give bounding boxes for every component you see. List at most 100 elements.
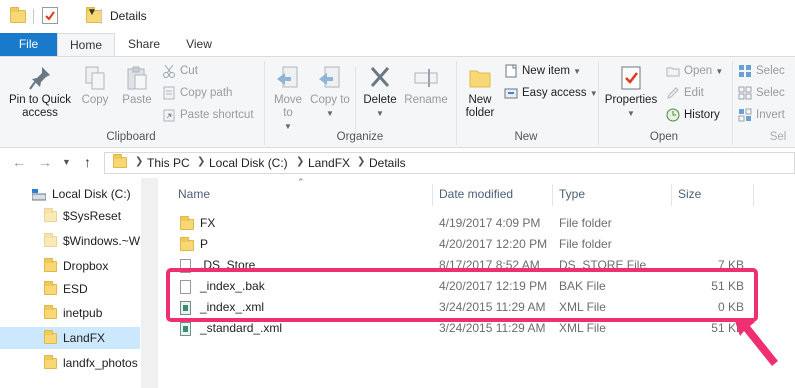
file-type: File folder [559, 237, 612, 251]
new-item-button[interactable]: New item ▼ [504, 61, 581, 81]
chevron-down-icon: ▼ [715, 67, 724, 76]
copy-button[interactable]: Copy [78, 65, 112, 107]
breadcrumb-landfx[interactable]: LandFX [308, 156, 350, 170]
folder-icon [44, 355, 57, 370]
tab-home[interactable]: Home [57, 33, 115, 57]
column-header-type[interactable]: Type [559, 185, 585, 207]
column-divider[interactable] [753, 184, 754, 206]
chevron-right-icon[interactable]: ❯ [296, 156, 304, 167]
nav-item-windows-bt[interactable]: $Windows.~W [0, 230, 140, 252]
move-to-icon [277, 66, 298, 88]
folder-icon [113, 154, 127, 168]
history-label: History [684, 109, 720, 121]
folder-icon [10, 7, 26, 23]
nav-item-label: Dropbox [63, 259, 109, 273]
customize-toolbar-icon[interactable]: ▼ [87, 7, 97, 18]
chevron-down-icon: ▼ [376, 109, 384, 118]
select-none-icon [738, 86, 752, 100]
select-all-label: Selec [756, 65, 785, 77]
divider [355, 67, 356, 137]
properties-label: Properties [604, 94, 658, 106]
divider [101, 9, 102, 24]
recent-locations-chevron-icon[interactable]: ▼ [62, 157, 71, 167]
move-to-button[interactable]: Move to ▼ [268, 65, 308, 133]
chevron-right-icon[interactable]: ❯ [197, 156, 205, 167]
file-row[interactable]: P 4/20/2017 12:20 PM File folder [174, 234, 770, 255]
paste-shortcut-icon [163, 109, 175, 122]
tab-share[interactable]: Share [118, 33, 170, 56]
file-row[interactable]: FX 4/19/2017 4:09 PM File folder [174, 213, 770, 234]
folder-icon [180, 237, 194, 251]
copy-path-button[interactable]: Copy path [162, 83, 232, 103]
move-to-label: Move to [273, 94, 303, 119]
copy-to-label: Copy to [310, 94, 350, 106]
column-divider[interactable] [432, 184, 433, 206]
open-button[interactable]: Open ▼ [666, 61, 723, 81]
paste-label: Paste [122, 94, 152, 106]
address-bar[interactable]: ❯ This PC ❯ Local Disk (C:) ❯ LandFX ❯ D… [104, 152, 795, 174]
new-item-label: New item [522, 65, 570, 77]
cut-button[interactable]: Cut [162, 61, 198, 81]
edit-button[interactable]: Edit [666, 83, 704, 103]
copy-to-button[interactable]: Copy to ▼ [310, 65, 350, 120]
nav-item-esd[interactable]: ESD [0, 278, 140, 300]
delete-button[interactable]: Delete ▼ [360, 65, 400, 120]
tab-file[interactable]: File [0, 33, 57, 56]
properties-quick-icon[interactable] [42, 7, 58, 24]
divider [33, 9, 34, 24]
breadcrumb-local-disk[interactable]: Local Disk (C:) [209, 156, 288, 170]
folder-icon [44, 330, 57, 345]
column-divider[interactable] [552, 184, 553, 206]
nav-item-label: landfx_photos [63, 356, 138, 370]
nav-pane-scrollbar[interactable] [141, 178, 158, 388]
file-date: 4/20/2017 12:20 PM [439, 237, 548, 251]
history-button[interactable]: History [666, 105, 720, 125]
invert-selection-button[interactable]: Invert [738, 105, 785, 125]
window-title: Details [110, 9, 147, 23]
nav-item-dropbox[interactable]: Dropbox [0, 255, 140, 277]
paste-shortcut-button[interactable]: Paste shortcut [162, 105, 254, 125]
column-divider[interactable] [671, 184, 672, 206]
address-bar-row: ← → ▼ ↑ ❯ This PC ❯ Local Disk (C:) ❯ La… [0, 148, 795, 178]
nav-item-local-disk[interactable]: Local Disk (C:) [0, 183, 140, 205]
select-all-button[interactable]: Selec [738, 61, 785, 81]
nav-item-sysreset[interactable]: $SysReset [0, 205, 140, 227]
nav-item-landfx-photos[interactable]: landfx_photos [0, 352, 140, 374]
new-group-label: New [514, 131, 538, 143]
rename-icon [414, 69, 438, 87]
back-arrow-icon[interactable]: ← [12, 154, 26, 170]
chevron-right-icon[interactable]: ❯ [135, 156, 143, 167]
paste-button[interactable]: Paste [118, 65, 156, 107]
properties-button[interactable]: Properties ▼ [602, 65, 660, 120]
open-label: Open [684, 65, 713, 77]
new-item-icon [505, 64, 517, 78]
folder-icon [180, 216, 194, 230]
new-folder-button[interactable]: New folder [460, 65, 500, 120]
chevron-right-icon[interactable]: ❯ [357, 156, 365, 167]
nav-item-label: $SysReset [63, 209, 122, 223]
invert-selection-icon [738, 108, 752, 122]
pin-to-quick-access-button[interactable]: Pin to Quick access [4, 65, 76, 120]
xml-file-icon [180, 322, 191, 336]
column-header-name[interactable]: Name [178, 185, 210, 207]
tab-view[interactable]: View [173, 33, 225, 56]
breadcrumb-details[interactable]: Details [369, 156, 406, 170]
nav-item-label: LandFX [63, 331, 106, 345]
breadcrumb-this-pc[interactable]: This PC [147, 156, 190, 170]
select-none-button[interactable]: Selec [738, 83, 785, 103]
pin-label: Pin to Quick access [9, 94, 71, 119]
nav-item-landfx[interactable]: LandFX [0, 327, 140, 349]
select-none-label: Selec [756, 87, 785, 99]
clipboard-group-label: Clipboard [106, 131, 156, 143]
copy-path-icon [163, 86, 175, 100]
easy-access-button[interactable]: Easy access ▼ [504, 83, 598, 103]
up-arrow-icon[interactable]: ↑ [84, 154, 91, 170]
organize-group-label: Organize [336, 131, 384, 143]
rename-button[interactable]: Rename [402, 65, 450, 107]
nav-item-inetpub[interactable]: inetpub [0, 302, 140, 324]
invert-selection-label: Invert [756, 109, 785, 121]
column-header-size[interactable]: Size [678, 185, 701, 207]
cut-label: Cut [180, 65, 198, 77]
column-header-date-modified[interactable]: Date modified [439, 185, 513, 207]
forward-arrow-icon[interactable]: → [38, 154, 52, 170]
